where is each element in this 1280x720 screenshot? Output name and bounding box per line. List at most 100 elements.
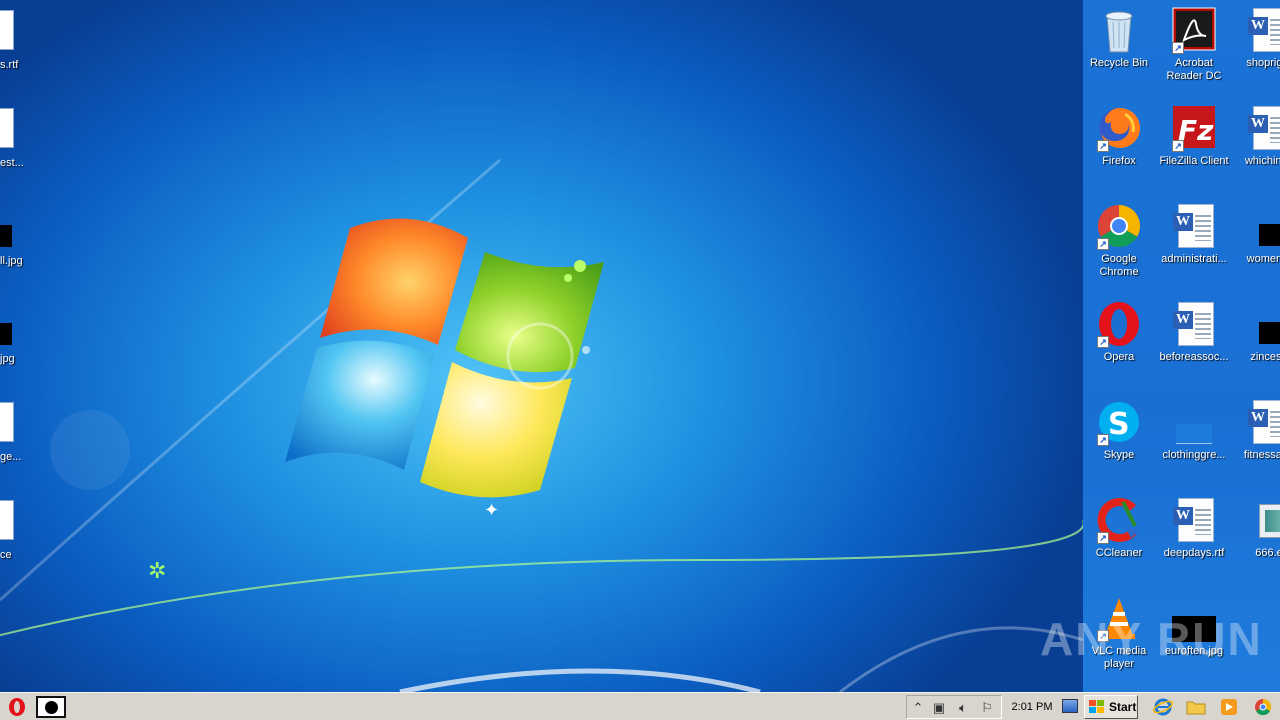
desktop-icon-skype[interactable]: S ↗ Skype [1083, 398, 1157, 462]
desktop-icon-label: clothinggre... [1162, 449, 1226, 461]
word-doc-icon: W [1170, 496, 1218, 544]
image-icon [1245, 202, 1280, 250]
taskbar-clock[interactable]: 2:01 PM [1004, 693, 1060, 720]
shortcut-arrow-icon: ↗ [1097, 140, 1109, 152]
desktop-icon-administrati[interactable]: W administrati... [1156, 202, 1232, 266]
desktop-icon-acrobat[interactable]: ↗ Acrobat Reader DC [1156, 6, 1232, 83]
desktop-icon-zincest[interactable]: zincest. [1231, 300, 1280, 364]
shortcut-arrow-icon: ↗ [1172, 42, 1184, 54]
svg-text:✲: ✲ [148, 559, 166, 584]
skype-icon: S ↗ [1095, 398, 1143, 446]
desktop-icon-recycle-bin[interactable]: Recycle Bin [1083, 6, 1157, 70]
image-icon [1170, 398, 1218, 446]
desktop-icon-fitnessand[interactable]: W fitnessand [1231, 398, 1280, 462]
folder-icon [1186, 701, 1206, 715]
svg-text:✦: ✦ [484, 500, 499, 521]
desktop-icon-666exe[interactable]: 666.e [1231, 496, 1280, 560]
desktop-icon-label: beforeassoc... [1159, 351, 1229, 363]
taskbar: ⌃ ▣ 🔈︎ ⚐ 2:01 PM Start [0, 692, 1280, 720]
ccleaner-icon: ↗ [1095, 496, 1143, 544]
desktop-icon-opera[interactable]: ↗ Opera [1083, 300, 1157, 364]
shortcut-arrow-icon: ↗ [1172, 140, 1184, 152]
anyrun-watermark: ANY RUN [1040, 613, 1263, 665]
desktop-icon-womenfu[interactable]: womenfu [1231, 202, 1280, 266]
desktop-icon-label: womenfu [1246, 253, 1280, 265]
desktop-icon-label: FileZilla Client [1159, 155, 1229, 167]
word-doc-icon: W [1170, 300, 1218, 348]
start-label: Start [1109, 700, 1137, 714]
desktop-icon-label: Firefox [1102, 155, 1136, 167]
desktop-icon-whichinve[interactable]: W whichinve [1231, 104, 1280, 168]
opera-icon: ↗ [1095, 300, 1143, 348]
opera-icon [9, 698, 25, 716]
filezilla-icon: Fz ↗ [1170, 104, 1218, 152]
desktop-icon-label: deepdays.rtf [1163, 547, 1225, 559]
recycle-bin-icon [1095, 6, 1143, 54]
quicklaunch-media-player[interactable] [1218, 696, 1240, 718]
desktop-icon-chrome[interactable]: ↗ Google Chrome [1083, 202, 1157, 279]
word-doc-icon: W [1245, 398, 1280, 446]
image-icon [0, 225, 12, 247]
chrome-icon: ↗ [1095, 202, 1143, 250]
quicklaunch-explorer[interactable] [1185, 696, 1207, 718]
system-tray: ⌃ ▣ 🔈︎ ⚐ [906, 695, 1002, 719]
volume-icon[interactable]: 🔈︎ [955, 700, 971, 716]
svg-text:S: S [1108, 407, 1130, 442]
desktop-icon-label: Acrobat Reader DC [1166, 57, 1222, 82]
desktop-icon-firefox[interactable]: ↗ Firefox [1083, 104, 1157, 168]
word-doc-icon [0, 108, 14, 148]
quicklaunch-chrome[interactable] [1252, 696, 1274, 718]
taskbar-opera-button[interactable] [6, 696, 28, 718]
desktop-icon-deepdays[interactable]: W deepdays.rtf [1156, 496, 1232, 560]
desktop-icon-label: zincest. [1250, 351, 1280, 363]
start-button[interactable]: Start [1084, 695, 1138, 719]
desktop-icon-label: Recycle Bin [1089, 57, 1149, 69]
desktop-icon-label: 666.e [1255, 547, 1280, 559]
desktop-icon-label: whichinve [1244, 155, 1280, 167]
image-icon [0, 323, 12, 345]
media-player-icon [1221, 699, 1237, 715]
quicklaunch-ie[interactable] [1152, 696, 1174, 718]
show-hidden-icons-icon[interactable]: ⌃ [910, 700, 926, 716]
record-dot-icon [45, 701, 58, 714]
shortcut-arrow-icon: ↗ [1097, 238, 1109, 250]
exe-icon [0, 500, 14, 540]
word-doc-icon: W [1245, 6, 1280, 54]
desktop-icon-label: Skype [1103, 449, 1135, 461]
word-doc-icon: W [1245, 104, 1280, 152]
chrome-icon [1255, 698, 1272, 716]
desktop-icon-label: ge... [0, 451, 22, 463]
desktop-icon-label: est... [0, 157, 24, 169]
word-doc-icon [0, 10, 14, 50]
desktop-wallpaper-area[interactable]: ✦ ✲ s.rtf est... ll.jpg jpg ge... ce [0, 0, 1083, 692]
image-icon [1245, 300, 1280, 348]
desktop-icon-label: s.rtf [0, 59, 19, 71]
exe-icon [1245, 496, 1280, 544]
windows-flag-icon [1089, 700, 1104, 713]
internet-explorer-icon [1153, 698, 1173, 716]
desktop-icon-label: jpg [0, 353, 15, 365]
desktop-icon-ccleaner[interactable]: ↗ CCleaner [1083, 496, 1157, 560]
desktop-icon-label: ce [0, 549, 12, 561]
desktop-icon-beforeassoc[interactable]: W beforeassoc... [1156, 300, 1232, 364]
windows-logo-wallpaper: ✦ ✲ [0, 158, 1083, 692]
word-doc-icon: W [1170, 202, 1218, 250]
desktop-icon-area[interactable]: Recycle Bin ↗ Acrobat Reader DC W shopri… [1083, 0, 1280, 692]
desktop-icon-clothinggre[interactable]: clothinggre... [1156, 398, 1232, 462]
firefox-icon: ↗ [1095, 104, 1143, 152]
desktop-icon-label: CCleaner [1095, 547, 1143, 559]
action-center-flag-icon[interactable]: ⚐ [979, 700, 995, 716]
desktop-icon-label: ll.jpg [0, 255, 23, 267]
desktop-icon-label: administrati... [1161, 253, 1227, 265]
desktop-icon-label: fitnessand [1243, 449, 1280, 461]
network-icon[interactable]: ▣ [931, 700, 947, 716]
desktop-icon-label: Opera [1103, 351, 1135, 363]
desktop-icon-label: shopright [1246, 57, 1280, 69]
desktop-icon-shopright[interactable]: W shopright [1231, 6, 1280, 70]
acrobat-icon: ↗ [1170, 6, 1218, 54]
shortcut-arrow-icon: ↗ [1097, 336, 1109, 348]
show-desktop-icon[interactable] [1062, 699, 1078, 713]
word-doc-icon [0, 402, 14, 442]
desktop-icon-filezilla[interactable]: Fz ↗ FileZilla Client [1156, 104, 1232, 168]
taskbar-recording-button[interactable] [36, 696, 66, 718]
